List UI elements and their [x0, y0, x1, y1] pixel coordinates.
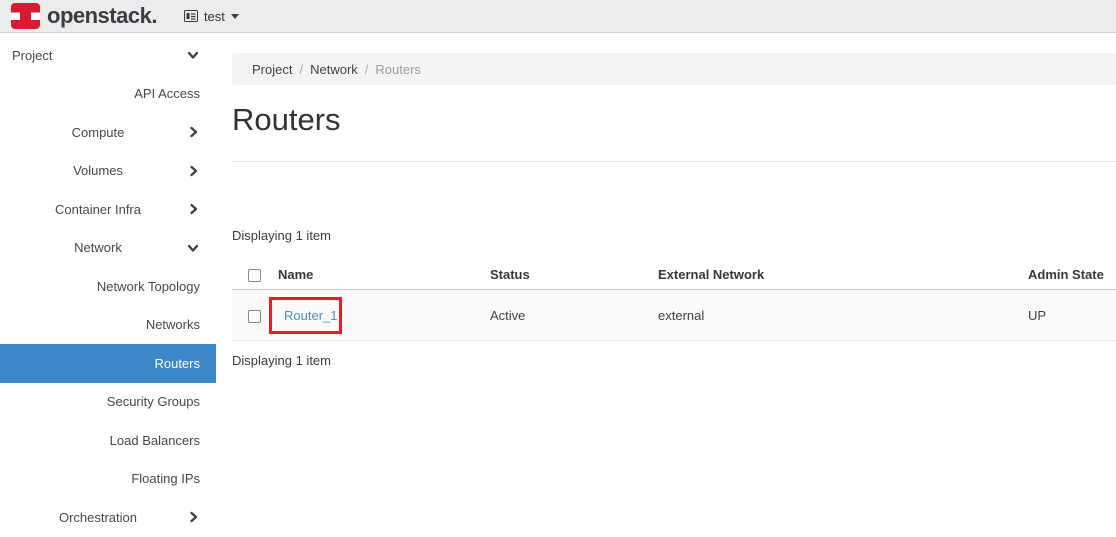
column-header-status[interactable]: Status — [490, 259, 658, 290]
sidebar-item-label: Networks — [146, 317, 216, 332]
sidebar-item-orchestration[interactable]: Orchestration — [0, 498, 216, 537]
sidebar-item-network-topology[interactable]: Network Topology — [0, 267, 216, 306]
chevron-down-icon — [186, 48, 200, 65]
sidebar-item-security-groups[interactable]: Security Groups — [0, 383, 216, 422]
breadcrumb-separator: / — [292, 62, 310, 77]
table-count-top: Displaying 1 item — [232, 228, 1116, 243]
sidebar-item-volumes[interactable]: Volumes — [0, 152, 216, 191]
sidebar-item-label: Project — [0, 48, 52, 63]
sidebar-item-compute[interactable]: Compute — [0, 113, 216, 152]
sidebar-item-label: Floating IPs — [131, 471, 216, 486]
row-select-cell — [232, 290, 278, 341]
brand-wordmark: openstack. — [47, 5, 157, 27]
sidebar-item-label: Orchestration — [0, 510, 196, 525]
router-status-cell: Active — [490, 290, 658, 341]
sidebar-item-api-access[interactable]: API Access — [0, 75, 216, 114]
caret-down-icon — [231, 14, 239, 19]
chevron-right-icon — [186, 125, 200, 142]
top-bar: openstack. test — [0, 0, 1116, 33]
column-header-external-network[interactable]: External Network — [658, 259, 1028, 290]
column-header-admin-state[interactable]: Admin State — [1028, 259, 1116, 290]
select-all-cell — [232, 259, 278, 290]
sidebar-item-label: Routers — [154, 356, 216, 371]
chevron-right-icon — [186, 510, 200, 527]
sidebar-item-routers[interactable]: Routers — [0, 344, 216, 383]
breadcrumb-network-link[interactable]: Network — [310, 62, 358, 77]
chevron-down-icon — [186, 241, 200, 258]
sidebar-item-label: Volumes — [0, 163, 196, 178]
breadcrumb-current: Routers — [375, 62, 421, 77]
sidebar-item-label: API Access — [134, 86, 216, 101]
sidebar-item-label: Compute — [0, 125, 196, 140]
sidebar-item-label: Security Groups — [107, 394, 216, 409]
sidebar-nav: Project API Access Compute Volumes Conta… — [0, 33, 216, 530]
project-list-icon — [184, 10, 198, 22]
sidebar-item-container-infra[interactable]: Container Infra — [0, 190, 216, 229]
project-switcher-label: test — [204, 9, 225, 24]
router-external-network-cell: external — [658, 290, 1028, 341]
select-all-checkbox[interactable] — [248, 269, 261, 282]
router-name-cell: Router_1 — [278, 290, 490, 341]
router-admin-state-cell: UP — [1028, 290, 1116, 341]
sidebar-item-network[interactable]: Network — [0, 229, 216, 268]
project-switcher[interactable]: test — [184, 9, 239, 24]
openstack-brand-link[interactable]: openstack. — [11, 3, 157, 29]
table-count-bottom: Displaying 1 item — [232, 353, 1116, 368]
table-row: Router_1 Active external UP — [232, 290, 1116, 341]
title-divider — [232, 161, 1116, 162]
sidebar-item-label: Network — [0, 240, 196, 255]
router-name-link[interactable]: Router_1 — [284, 308, 337, 323]
sidebar-item-load-balancers[interactable]: Load Balancers — [0, 421, 216, 460]
sidebar-item-project[interactable]: Project — [0, 36, 216, 75]
breadcrumb-separator: / — [358, 62, 376, 77]
breadcrumb-project-link[interactable]: Project — [252, 62, 292, 77]
table-header-row: Name Status External Network Admin State — [232, 259, 1116, 290]
chevron-right-icon — [186, 164, 200, 181]
sidebar-item-networks[interactable]: Networks — [0, 306, 216, 345]
main-content: Project / Network / Routers Routers Disp… — [216, 33, 1116, 530]
chevron-right-icon — [186, 202, 200, 219]
sidebar-item-label: Load Balancers — [110, 433, 216, 448]
sidebar-item-label: Container Infra — [0, 202, 196, 217]
page-title: Routers — [232, 101, 1116, 138]
breadcrumb: Project / Network / Routers — [232, 53, 1116, 85]
sidebar-item-label: Network Topology — [97, 279, 216, 294]
sidebar-item-floating-ips[interactable]: Floating IPs — [0, 460, 216, 499]
column-header-name[interactable]: Name — [278, 259, 490, 290]
routers-table: Name Status External Network Admin State… — [232, 259, 1116, 341]
openstack-logo-icon — [11, 3, 40, 29]
row-checkbox[interactable] — [248, 310, 261, 323]
